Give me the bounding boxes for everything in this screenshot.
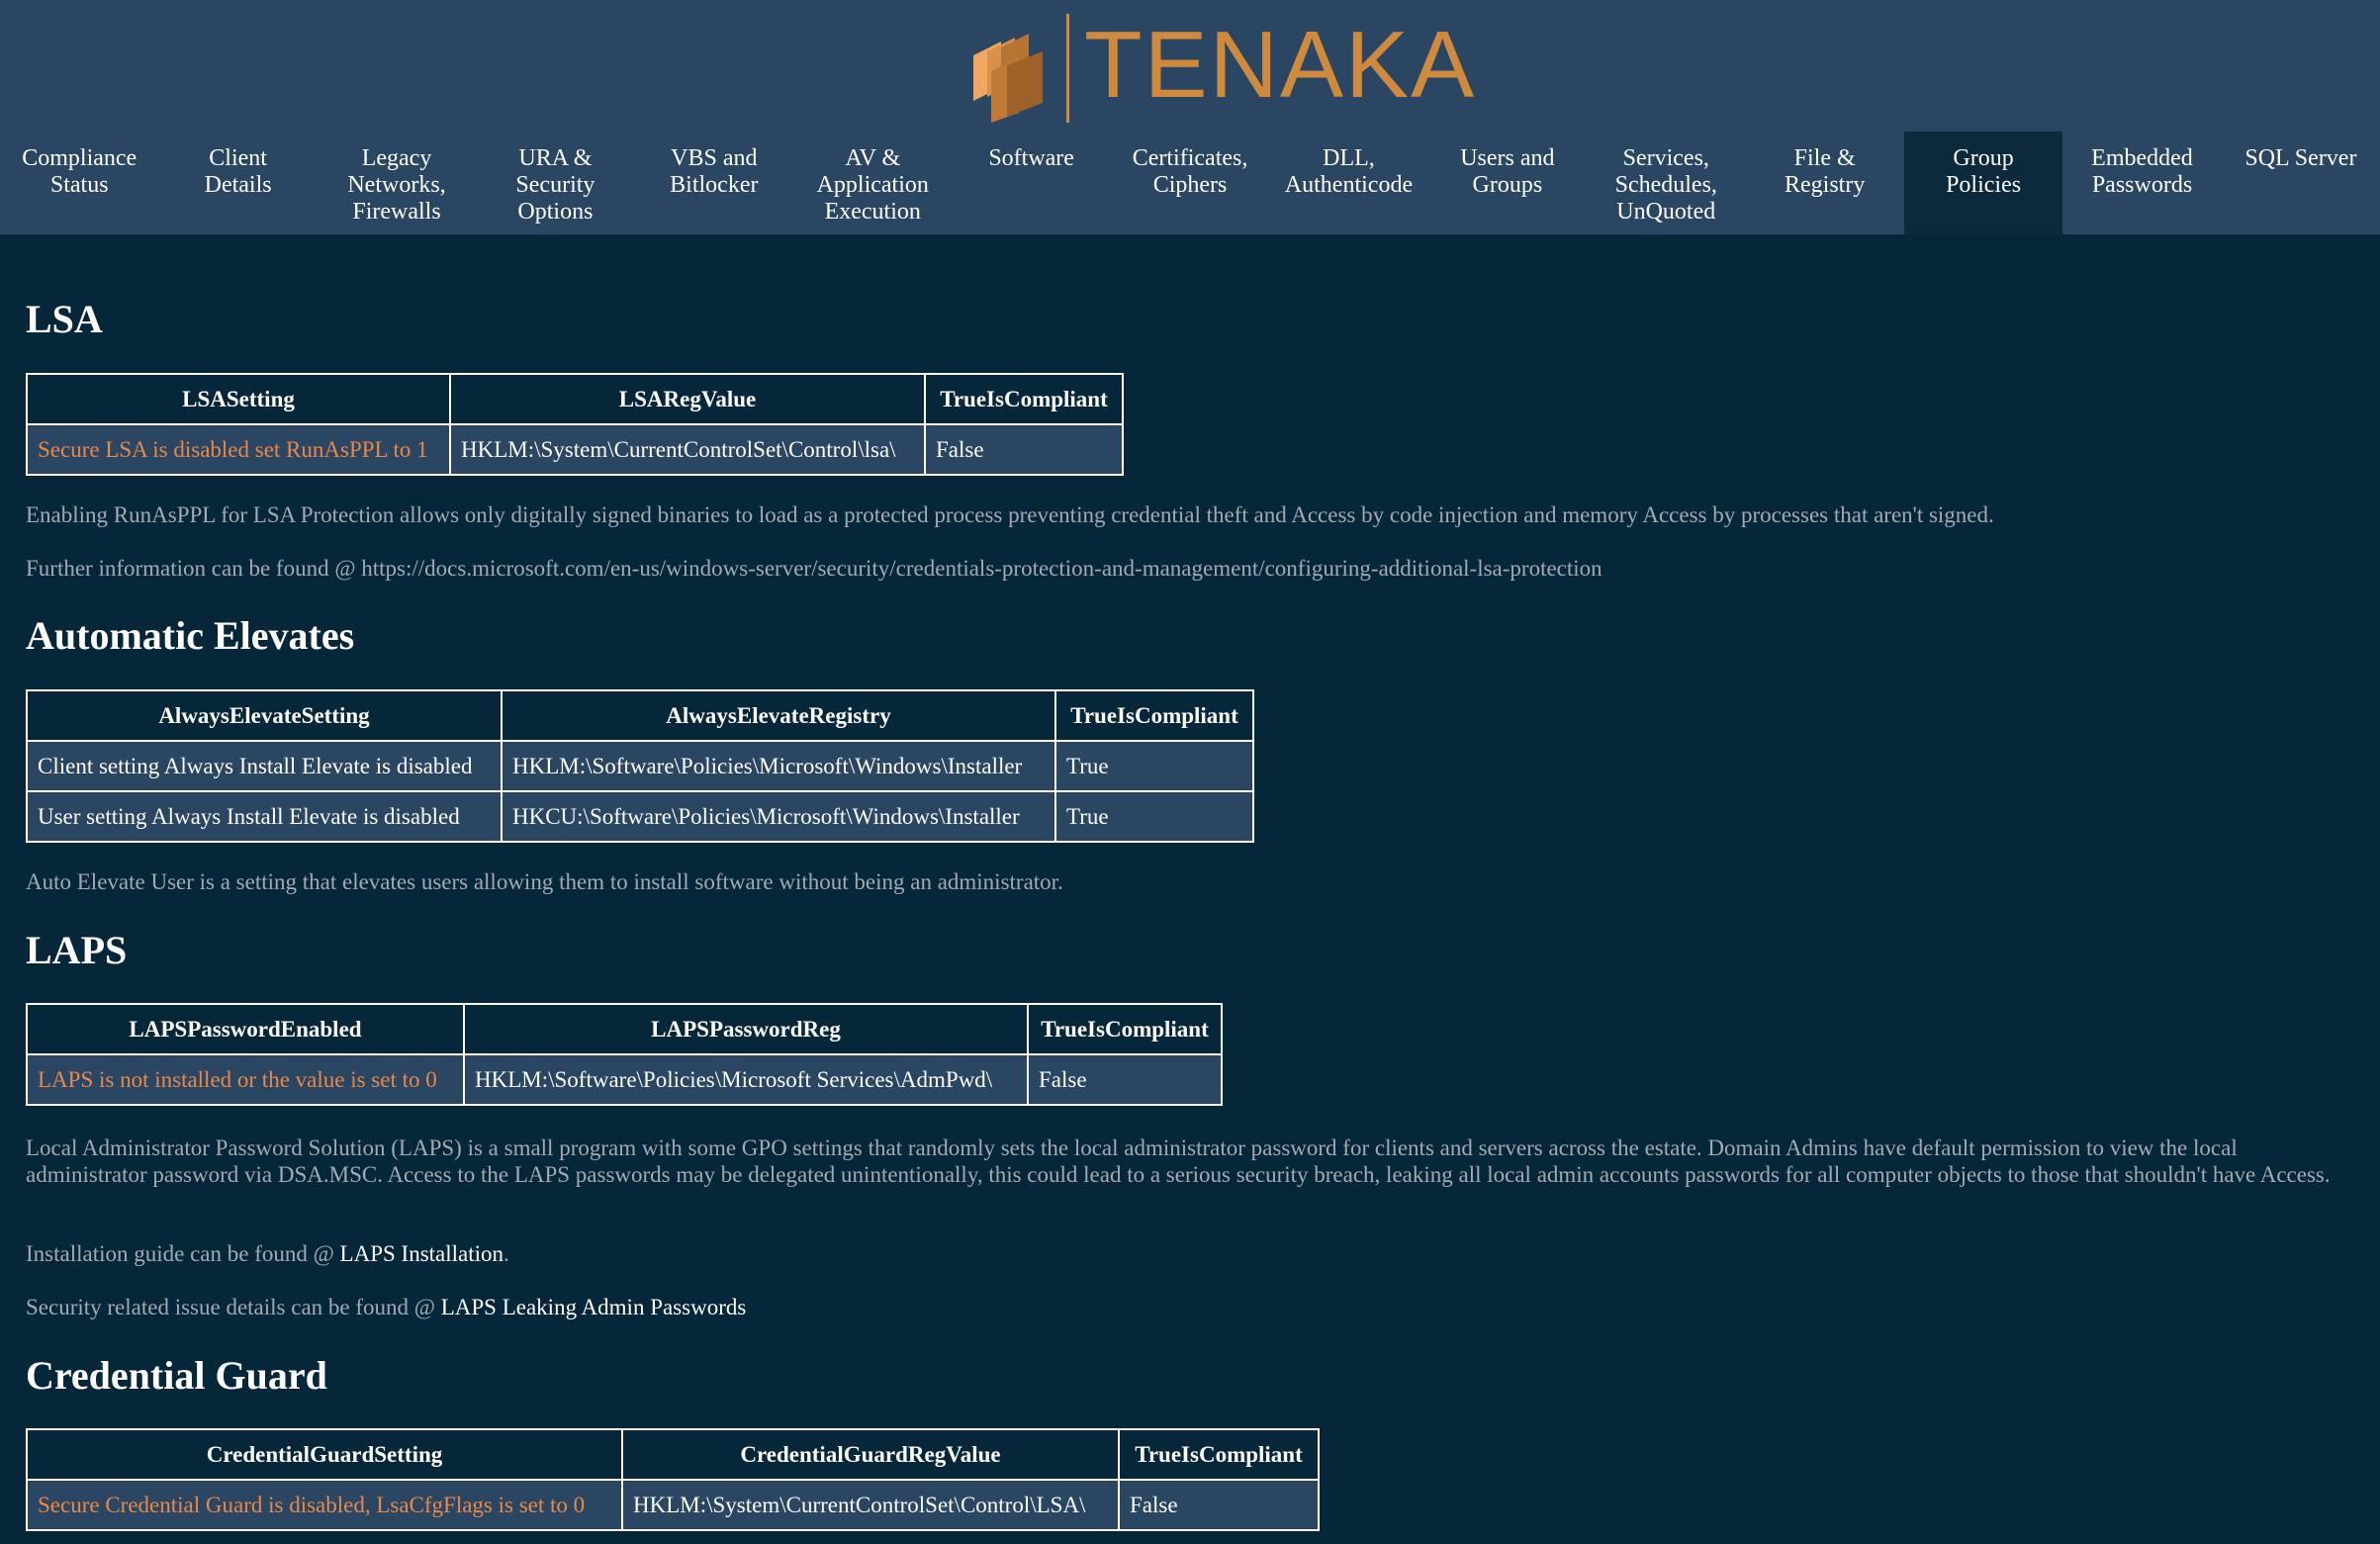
lsa-table: LSASetting LSARegValue TrueIsCompliant S… xyxy=(26,373,1124,476)
lsa-heading: LSA xyxy=(26,297,103,341)
tab-services-schedules[interactable]: Services, Schedules, UnQuoted xyxy=(1587,132,1745,234)
brand-name: TENAKA xyxy=(1084,12,1477,118)
laps-table: LAPSPasswordEnabled LAPSPasswordReg True… xyxy=(26,1003,1223,1106)
column-header: TrueIsCompliant xyxy=(1027,1003,1223,1055)
column-header: TrueIsCompliant xyxy=(1118,1428,1320,1481)
table-row: Secure Credential Guard is disabled, Lsa… xyxy=(26,1479,1320,1531)
table-cell: HKLM:\System\CurrentControlSet\Control\L… xyxy=(621,1479,1120,1531)
table-header-row: LSASetting LSARegValue TrueIsCompliant xyxy=(26,373,1124,425)
column-header: CredentialGuardRegValue xyxy=(621,1428,1120,1481)
laps-installation-link[interactable]: LAPS Installation xyxy=(340,1241,503,1266)
laps-heading: LAPS xyxy=(26,928,128,972)
tab-users-groups[interactable]: Users and Groups xyxy=(1428,132,1587,234)
table-cell: Secure LSA is disabled set RunAsPPL to 1 xyxy=(26,423,451,476)
table-cell: HKLM:\Software\Policies\Microsoft Servic… xyxy=(463,1053,1029,1106)
laps-security-issue: Security related issue details can be fo… xyxy=(26,1294,2360,1320)
table-cell: User setting Always Install Elevate is d… xyxy=(26,790,503,843)
tab-certificates-ciphers[interactable]: Certificates, Ciphers xyxy=(1111,132,1269,234)
table-cell: Client setting Always Install Elevate is… xyxy=(26,740,503,792)
lsa-further-info: Further information can be found @ https… xyxy=(26,556,1602,581)
table-row: LAPS is not installed or the value is se… xyxy=(26,1053,1223,1106)
table-row: Secure LSA is disabled set RunAsPPL to 1… xyxy=(26,423,1124,476)
table-cell: True xyxy=(1054,740,1254,792)
laps-install-guide: Installation guide can be found @ LAPS I… xyxy=(26,1240,2360,1267)
table-header-row: LAPSPasswordEnabled LAPSPasswordReg True… xyxy=(26,1003,1223,1055)
logo-divider xyxy=(1066,14,1069,123)
column-header: LSARegValue xyxy=(449,373,926,425)
nav-tabs: Compliance Status Client Details Legacy … xyxy=(0,132,2380,234)
table-cell: LAPS is not installed or the value is se… xyxy=(26,1053,465,1106)
app-header: TENAKA Compliance Status Client Details … xyxy=(0,0,2380,234)
laps-install-suffix: . xyxy=(503,1241,509,1266)
table-row: Client setting Always Install Elevate is… xyxy=(26,740,1254,792)
table-header-row: CredentialGuardSetting CredentialGuardRe… xyxy=(26,1428,1320,1481)
table-cell: True xyxy=(1054,790,1254,843)
table-cell: HKLM:\System\CurrentControlSet\Control\l… xyxy=(449,423,926,476)
column-header: TrueIsCompliant xyxy=(1054,689,1254,742)
lsa-description: Enabling RunAsPPL for LSA Protection all… xyxy=(26,502,1994,527)
laps-install-prefix: Installation guide can be found @ xyxy=(26,1241,340,1266)
tab-file-registry[interactable]: File & Registry xyxy=(1745,132,1903,234)
tab-compliance-status[interactable]: Compliance Status xyxy=(0,132,158,234)
column-header: LAPSPasswordReg xyxy=(463,1003,1029,1055)
laps-leaking-passwords-link[interactable]: LAPS Leaking Admin Passwords xyxy=(441,1295,747,1319)
tab-dll-authenticode[interactable]: DLL, Authenticode xyxy=(1269,132,1427,234)
table-header-row: AlwaysElevateSetting AlwaysElevateRegist… xyxy=(26,689,1254,742)
tab-av-application-execution[interactable]: AV & Application Execution xyxy=(793,132,952,234)
table-row: User setting Always Install Elevate is d… xyxy=(26,790,1254,843)
table-cell: False xyxy=(924,423,1124,476)
tab-embedded-passwords[interactable]: Embedded Passwords xyxy=(2062,132,2221,234)
tab-vbs-bitlocker[interactable]: VBS and Bitlocker xyxy=(635,132,793,234)
table-cell: False xyxy=(1027,1053,1223,1106)
column-header: CredentialGuardSetting xyxy=(26,1428,623,1481)
column-header: AlwaysElevateRegistry xyxy=(501,689,1056,742)
table-cell: Secure Credential Guard is disabled, Lsa… xyxy=(26,1479,623,1531)
column-header: LSASetting xyxy=(26,373,451,425)
tab-ura-security-options[interactable]: URA & Security Options xyxy=(476,132,634,234)
column-header: TrueIsCompliant xyxy=(924,373,1124,425)
table-cell: False xyxy=(1118,1479,1320,1531)
tab-group-policies[interactable]: Group Policies xyxy=(1903,132,2063,234)
elevate-heading: Automatic Elevates xyxy=(26,613,355,658)
laps-security-prefix: Security related issue details can be fo… xyxy=(26,1295,441,1319)
table-cell: HKCU:\Software\Policies\Microsoft\Window… xyxy=(501,790,1056,843)
tab-software[interactable]: Software xyxy=(952,132,1110,234)
column-header: LAPSPasswordEnabled xyxy=(26,1003,465,1055)
credguard-table: CredentialGuardSetting CredentialGuardRe… xyxy=(26,1428,1320,1531)
credguard-heading: Credential Guard xyxy=(26,1353,327,1398)
elevate-description: Auto Elevate User is a setting that elev… xyxy=(26,869,1063,894)
table-cell: HKLM:\Software\Policies\Microsoft\Window… xyxy=(501,740,1056,792)
column-header: AlwaysElevateSetting xyxy=(26,689,503,742)
elevate-table: AlwaysElevateSetting AlwaysElevateRegist… xyxy=(26,689,1254,843)
tab-sql-server[interactable]: SQL Server xyxy=(2222,132,2380,234)
tab-client-details[interactable]: Client Details xyxy=(158,132,317,234)
laps-description: Local Administrator Password Solution (L… xyxy=(26,1135,2331,1187)
stacked-cubes-icon xyxy=(973,34,1043,123)
tab-legacy-networks[interactable]: Legacy Networks, Firewalls xyxy=(318,132,476,234)
